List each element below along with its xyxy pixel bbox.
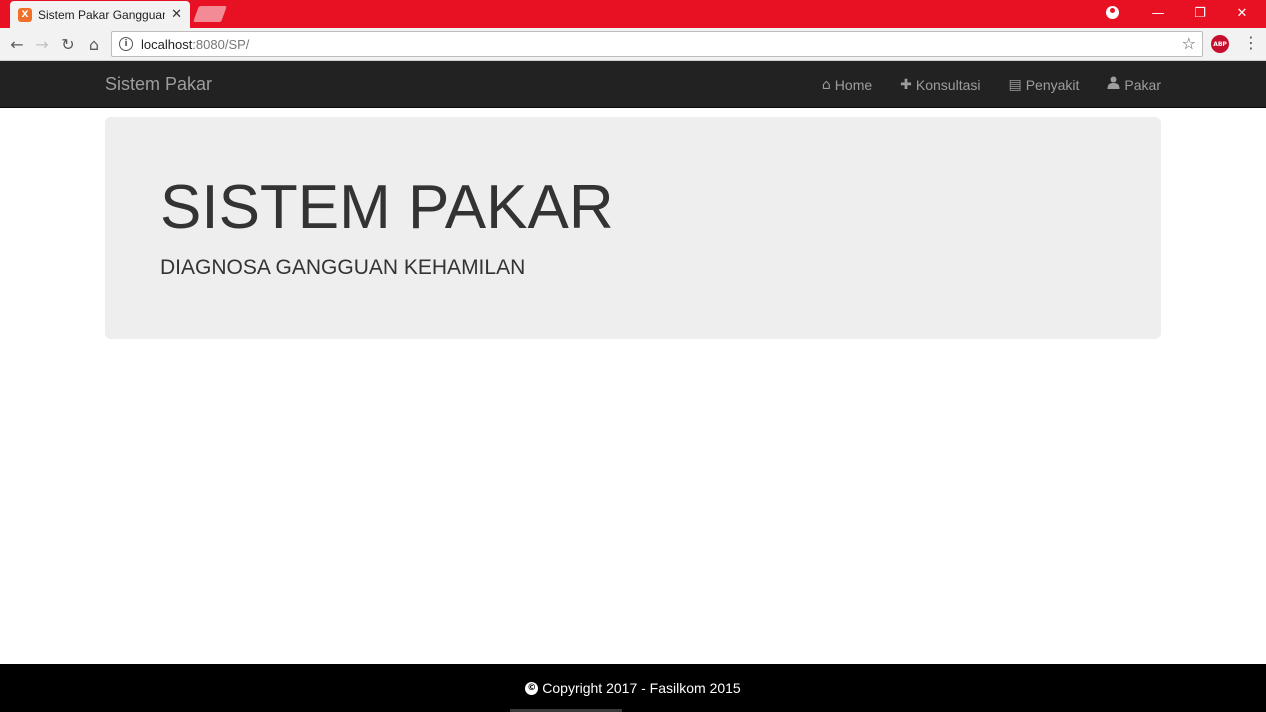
nav-links: ⌂ Home ✚ Konsultasi ▤ Penyakit Pakar xyxy=(794,61,1161,108)
browser-menu-icon[interactable]: ⋮ xyxy=(1243,33,1259,52)
adblock-icon[interactable]: ABP xyxy=(1211,35,1229,53)
url-host: localhost xyxy=(141,36,193,52)
navbar-brand[interactable]: Sistem Pakar xyxy=(105,74,212,95)
browser-tab[interactable]: X Sistem Pakar Gangguan K ✕ xyxy=(10,1,190,28)
restore-button[interactable]: ❐ xyxy=(1179,0,1221,26)
back-button[interactable]: ← xyxy=(6,33,28,55)
new-tab-button[interactable] xyxy=(193,6,227,22)
nav-item-label: Pakar xyxy=(1124,76,1161,93)
home-button[interactable]: ⌂ xyxy=(83,33,105,55)
nav-item-label: Home xyxy=(834,76,873,93)
page-title: SISTEM PAKAR xyxy=(160,173,614,242)
browser-toolbar: ← → ↻ ⌂ i localhost:8080/SP/ ☆ ABP ⋮ xyxy=(0,28,1266,61)
minimize-button[interactable]: — xyxy=(1137,0,1179,26)
nav-item-label: Konsultasi xyxy=(915,76,981,93)
nav-item-label: Penyakit xyxy=(1025,76,1080,93)
tab-close-icon[interactable]: ✕ xyxy=(171,7,182,22)
footer-text-wrap: © Copyright 2017 - Fasilkom 2015 xyxy=(525,680,741,696)
list-icon: ▤ xyxy=(1008,76,1022,93)
footer-text: Copyright 2017 - Fasilkom 2015 xyxy=(542,680,741,696)
page-subtitle: DIAGNOSA GANGGUAN KEHAMILAN xyxy=(160,256,526,279)
site-navbar: Sistem Pakar ⌂ Home ✚ Konsultasi ▤ Penya… xyxy=(0,61,1266,108)
forward-button[interactable]: → xyxy=(31,33,53,55)
bookmark-star-icon[interactable]: ☆ xyxy=(1182,34,1196,53)
nav-item-konsultasi[interactable]: ✚ Konsultasi xyxy=(900,77,980,93)
user-icon xyxy=(1107,76,1120,93)
home-icon: ⌂ xyxy=(821,76,831,93)
site-footer: © Copyright 2017 - Fasilkom 2015 xyxy=(0,664,1266,712)
nav-item-pakar[interactable]: Pakar xyxy=(1107,76,1161,93)
tab-title: Sistem Pakar Gangguan K xyxy=(38,7,166,22)
copyright-icon: © xyxy=(525,681,539,695)
nav-item-home[interactable]: ⌂ Home xyxy=(822,77,872,93)
browser-titlebar: X Sistem Pakar Gangguan K ✕ — ❐ ✕ xyxy=(0,0,1266,28)
hero-jumbotron: SISTEM PAKAR DIAGNOSA GANGGUAN KEHAMILAN xyxy=(105,117,1161,339)
close-window-button[interactable]: ✕ xyxy=(1221,0,1263,26)
nav-item-penyakit[interactable]: ▤ Penyakit xyxy=(1008,77,1079,93)
profile-icon[interactable] xyxy=(1106,6,1119,19)
reload-button[interactable]: ↻ xyxy=(57,33,79,55)
plus-icon: ✚ xyxy=(900,76,912,93)
url-path: :8080/SP/ xyxy=(192,36,250,52)
site-info-icon[interactable]: i xyxy=(119,37,133,51)
tab-favicon-icon: X xyxy=(18,7,32,22)
address-bar[interactable]: i localhost:8080/SP/ ☆ xyxy=(111,31,1203,57)
